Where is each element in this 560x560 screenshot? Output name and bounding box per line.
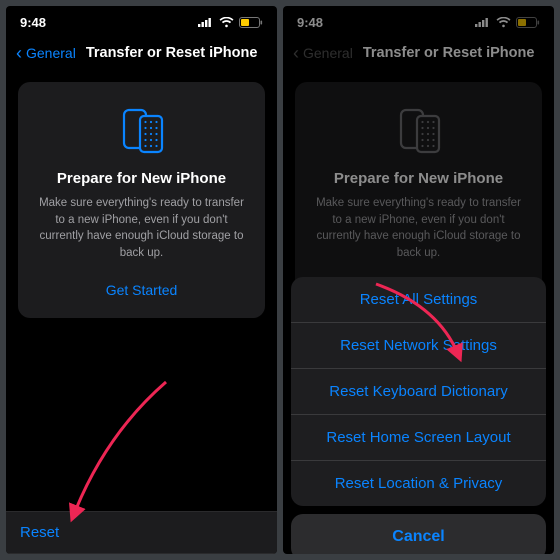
page-title: Transfer or Reset iPhone xyxy=(86,45,258,61)
reset-action-sheet: Reset All Settings Reset Network Setting… xyxy=(283,277,554,554)
back-button[interactable]: ‹ General xyxy=(14,44,78,62)
reset-home-screen-layout-button[interactable]: Reset Home Screen Layout xyxy=(291,415,546,461)
battery-icon xyxy=(516,17,540,28)
reset-network-settings-button[interactable]: Reset Network Settings xyxy=(291,323,546,369)
back-label: General xyxy=(303,45,353,61)
reset-location-privacy-button[interactable]: Reset Location & Privacy xyxy=(291,461,546,506)
status-indicators xyxy=(198,17,263,28)
status-time: 9:48 xyxy=(297,15,323,30)
cancel-button[interactable]: Cancel xyxy=(291,514,546,554)
prepare-card: Prepare for New iPhone Make sure everyth… xyxy=(18,82,265,318)
back-label: General xyxy=(26,45,76,61)
chevron-left-icon: ‹ xyxy=(293,44,299,62)
get-started-button[interactable]: Get Started xyxy=(98,278,186,302)
status-bar: 9:48 xyxy=(6,6,277,38)
signal-icon xyxy=(475,17,491,27)
phones-icon xyxy=(34,104,249,154)
nav-bar: ‹ General Transfer or Reset iPhone xyxy=(283,38,554,68)
card-heading: Prepare for New iPhone xyxy=(311,170,526,187)
card-body: Make sure everything's ready to transfer… xyxy=(311,195,526,262)
status-time: 9:48 xyxy=(20,15,46,30)
phones-icon xyxy=(311,104,526,154)
screenshot-right: 9:48 ‹ General Transfer or Reset iPhone xyxy=(283,6,554,554)
card-body: Make sure everything's ready to transfer… xyxy=(34,195,249,262)
back-button: ‹ General xyxy=(291,44,355,62)
battery-icon xyxy=(239,17,263,28)
reset-keyboard-dictionary-button[interactable]: Reset Keyboard Dictionary xyxy=(291,369,546,415)
card-heading: Prepare for New iPhone xyxy=(34,170,249,187)
page-title: Transfer or Reset iPhone xyxy=(363,45,535,61)
reset-all-settings-button[interactable]: Reset All Settings xyxy=(291,277,546,323)
nav-bar: ‹ General Transfer or Reset iPhone xyxy=(6,38,277,68)
status-bar: 9:48 xyxy=(283,6,554,38)
screenshot-left: 9:48 ‹ General Transfer or Reset iPhone xyxy=(6,6,277,554)
chevron-left-icon: ‹ xyxy=(16,44,22,62)
status-indicators xyxy=(475,17,540,28)
reset-row[interactable]: Reset xyxy=(6,511,277,554)
signal-icon xyxy=(198,17,214,27)
wifi-icon xyxy=(496,17,511,28)
sheet-options: Reset All Settings Reset Network Setting… xyxy=(291,277,546,506)
wifi-icon xyxy=(219,17,234,28)
annotation-arrow xyxy=(66,374,176,524)
